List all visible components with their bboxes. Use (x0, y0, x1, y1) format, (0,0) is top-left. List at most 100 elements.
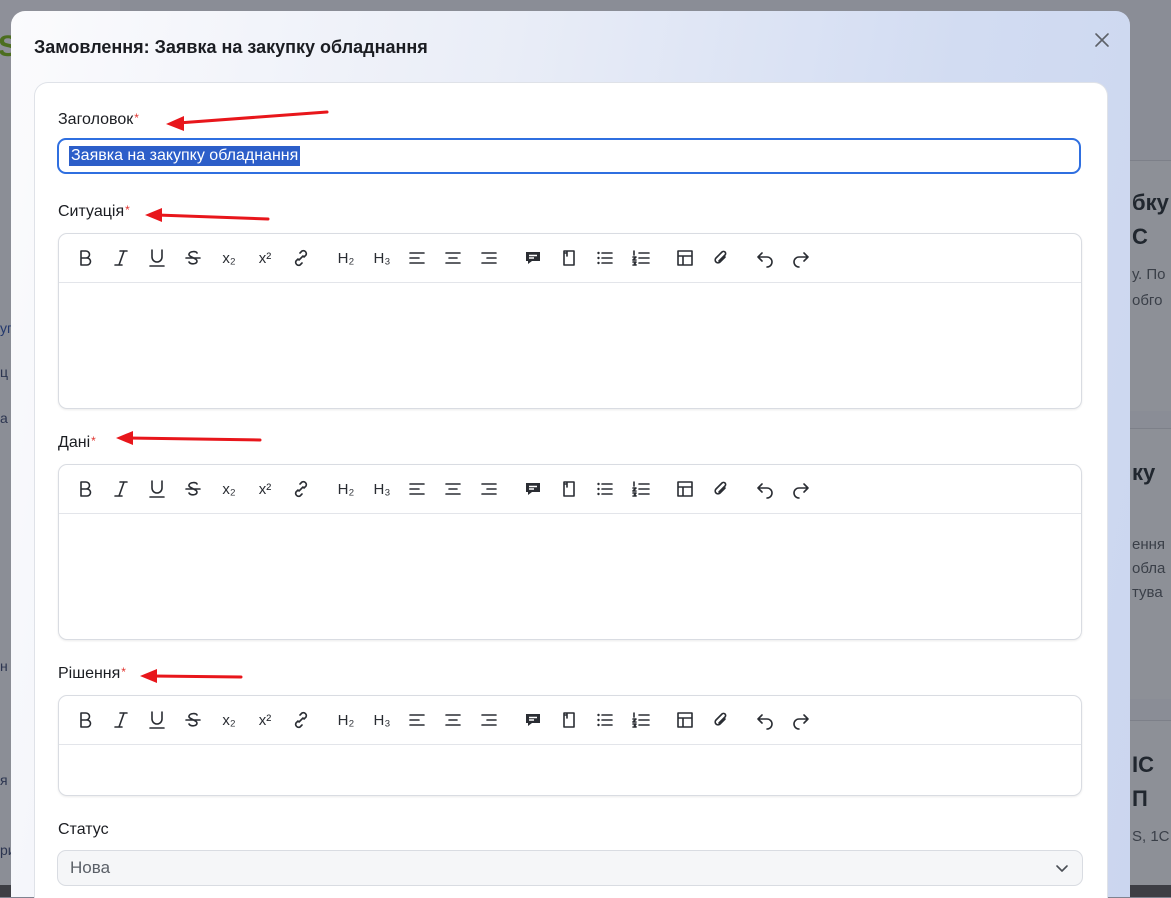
solution-label: Рішення* (58, 665, 126, 683)
align-right-icon[interactable] (477, 477, 501, 501)
note-icon[interactable] (557, 477, 581, 501)
underline-icon[interactable] (145, 246, 169, 270)
bold-icon[interactable] (73, 477, 97, 501)
heading3-icon[interactable]: H₃ (370, 246, 394, 270)
note-icon[interactable] (557, 246, 581, 270)
underline-icon[interactable] (145, 477, 169, 501)
subscript-icon[interactable]: x₂ (217, 708, 241, 732)
required-mark: * (125, 203, 130, 217)
background-card-title: С (1132, 224, 1148, 249)
undo-icon[interactable] (753, 477, 777, 501)
background-card-title: ку (1132, 460, 1156, 485)
strikethrough-icon[interactable] (181, 477, 205, 501)
superscript-icon[interactable]: x² (253, 477, 277, 501)
form-panel: Заголовок* Заявка на закупку обладнання … (34, 82, 1108, 898)
close-icon[interactable] (1091, 29, 1113, 51)
bold-icon[interactable] (73, 708, 97, 732)
subscript-icon[interactable]: x₂ (217, 477, 241, 501)
redo-icon[interactable] (789, 708, 813, 732)
link-icon[interactable] (289, 477, 313, 501)
background-card-desc: тува (1132, 584, 1163, 601)
data-editor[interactable]: x₂ x² H₂ H₃ (58, 464, 1082, 640)
required-mark: * (121, 665, 126, 679)
background-text: ц (0, 364, 9, 380)
solution-editor[interactable]: x₂ x² H₂ H₃ (58, 695, 1082, 796)
background-card-desc: у. По (1132, 266, 1166, 283)
align-center-icon[interactable] (441, 477, 465, 501)
align-center-icon[interactable] (441, 246, 465, 270)
bold-icon[interactable] (73, 246, 97, 270)
redo-icon[interactable] (789, 477, 813, 501)
background-text: я (0, 772, 8, 788)
align-right-icon[interactable] (477, 246, 501, 270)
title-input[interactable]: Заявка на закупку обладнання (57, 138, 1081, 174)
subscript-icon[interactable]: x₂ (217, 246, 241, 270)
bullet-list-icon[interactable] (593, 708, 617, 732)
title-label-text: Заголовок (58, 111, 134, 128)
comment-icon[interactable] (521, 246, 545, 270)
editor-toolbar: x₂ x² H₂ H₃ (59, 234, 1081, 283)
editor-content-area[interactable] (59, 745, 1081, 796)
bullet-list-icon[interactable] (593, 246, 617, 270)
background-card-desc: обла (1132, 560, 1166, 577)
status-label: Статус (58, 821, 109, 838)
background-card-title: ІС (1132, 752, 1154, 777)
superscript-icon[interactable]: x² (253, 708, 277, 732)
situation-editor[interactable]: x₂ x² H₂ H₃ (58, 233, 1082, 409)
link-icon[interactable] (289, 708, 313, 732)
heading2-icon[interactable]: H₂ (334, 246, 358, 270)
table-icon[interactable] (673, 477, 697, 501)
background-card-title: П (1132, 786, 1148, 811)
status-select[interactable]: Нова (57, 850, 1083, 886)
bullet-list-icon[interactable] (593, 477, 617, 501)
undo-icon[interactable] (753, 708, 777, 732)
strikethrough-icon[interactable] (181, 708, 205, 732)
align-left-icon[interactable] (405, 477, 429, 501)
editor-toolbar: x₂ x² H₂ H₃ (59, 465, 1081, 514)
underline-icon[interactable] (145, 708, 169, 732)
status-select-value: Нова (70, 858, 111, 877)
undo-icon[interactable] (753, 246, 777, 270)
comment-icon[interactable] (521, 477, 545, 501)
comment-icon[interactable] (521, 708, 545, 732)
modal-title: Замовлення: Заявка на закупку обладнання (34, 37, 428, 57)
chevron-down-icon (1056, 865, 1068, 872)
numbered-list-icon[interactable] (629, 708, 653, 732)
table-icon[interactable] (673, 246, 697, 270)
situation-label-text: Ситуація (58, 203, 125, 220)
editor-toolbar: x₂ x² H₂ H₃ (59, 696, 1081, 745)
data-label-text: Дані (58, 434, 91, 451)
link-icon[interactable] (289, 246, 313, 270)
heading2-icon[interactable]: H₂ (334, 477, 358, 501)
align-right-icon[interactable] (477, 708, 501, 732)
background-card-desc: ення (1132, 536, 1166, 553)
align-left-icon[interactable] (405, 246, 429, 270)
align-center-icon[interactable] (441, 708, 465, 732)
redo-icon[interactable] (789, 246, 813, 270)
attachment-icon[interactable] (709, 477, 733, 501)
editor-content-area[interactable] (59, 514, 1081, 640)
table-icon[interactable] (673, 708, 697, 732)
note-icon[interactable] (557, 708, 581, 732)
numbered-list-icon[interactable] (629, 477, 653, 501)
italic-icon[interactable] (109, 246, 133, 270)
italic-icon[interactable] (109, 477, 133, 501)
title-label: Заголовок* (58, 111, 139, 129)
heading2-icon[interactable]: H₂ (334, 708, 358, 732)
heading3-icon[interactable]: H₃ (370, 477, 394, 501)
align-left-icon[interactable] (405, 708, 429, 732)
data-label: Дані* (58, 434, 96, 452)
editor-content-area[interactable] (59, 283, 1081, 409)
background-text: н (0, 658, 8, 674)
solution-label-text: Рішення (58, 665, 121, 682)
numbered-list-icon[interactable] (629, 246, 653, 270)
background-card-desc: S, 1C (1132, 828, 1170, 845)
italic-icon[interactable] (109, 708, 133, 732)
situation-label: Ситуація* (58, 203, 130, 221)
background-card-desc: обго (1132, 292, 1163, 309)
superscript-icon[interactable]: x² (253, 246, 277, 270)
attachment-icon[interactable] (709, 246, 733, 270)
strikethrough-icon[interactable] (181, 246, 205, 270)
attachment-icon[interactable] (709, 708, 733, 732)
heading3-icon[interactable]: H₃ (370, 708, 394, 732)
